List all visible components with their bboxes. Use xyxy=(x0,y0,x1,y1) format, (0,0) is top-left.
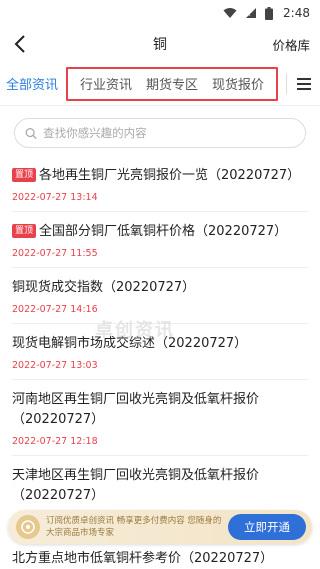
category-tabs: 全部资讯 行业资讯 期货专区 现货报价 xyxy=(0,62,320,106)
svg-text:x: x xyxy=(247,11,251,18)
article-date: 2022-07-27 12:18 xyxy=(12,436,98,447)
pinned-badge: 置顶 xyxy=(12,224,37,238)
search-box[interactable] xyxy=(14,118,306,148)
price-library-link[interactable]: 价格库 xyxy=(272,35,310,54)
search-icon xyxy=(25,127,37,139)
search-input[interactable] xyxy=(43,126,295,140)
back-button[interactable] xyxy=(14,29,38,59)
article-list: 置顶 各地再生铜厂光亮铜报价一览（20220727） 2022-07-27 13:… xyxy=(0,156,320,514)
status-time: 2:48 xyxy=(283,6,310,20)
article-date: 2022-07-27 14:16 xyxy=(12,304,98,315)
tab-divider xyxy=(286,73,288,94)
list-item[interactable]: 现货电解铜市场成交综述（20220727） 2022-07-27 13:03 xyxy=(12,324,308,380)
article-title: 置顶 各地再生铜厂光亮铜报价一览（20220727） xyxy=(12,166,308,186)
wifi-icon xyxy=(223,8,237,18)
promo-logo-icon xyxy=(16,515,40,539)
article-title: 天津地区再生铜厂回收光亮铜及低氧杆报价（20220727） xyxy=(12,468,260,503)
tab-futures-zone[interactable]: 期货专区 xyxy=(146,74,198,93)
list-item[interactable]: 北方重点地市低氧铜杆参考价（20220727） xyxy=(12,547,273,566)
promo-banner: 订阅优质卓创资讯 畅享更多付费内容 您随身的大宗商品市场专家 立即开通 xyxy=(8,510,312,544)
article-title: 铜现货成交指数（20220727） xyxy=(12,280,196,295)
list-item[interactable]: 天津地区再生铜厂回收光亮铜及低氧杆报价（20220727） xyxy=(12,456,308,514)
article-date: 2022-07-27 11:55 xyxy=(12,248,98,259)
highlighted-tab-group: 行业资讯 期货专区 现货报价 xyxy=(66,66,279,101)
battery-icon xyxy=(265,6,274,20)
pinned-badge: 置顶 xyxy=(12,168,37,182)
back-arrow-icon xyxy=(14,35,25,53)
tab-all-news[interactable]: 全部资讯 xyxy=(6,74,58,93)
tab-industry-news[interactable]: 行业资讯 xyxy=(80,74,132,93)
article-date: 2022-07-27 13:03 xyxy=(12,360,98,371)
article-title: 现货电解铜市场成交综述（20220727） xyxy=(12,336,248,351)
list-item[interactable]: 河南地区再生铜厂回收光亮铜及低氧杆报价（20220727） 2022-07-27… xyxy=(12,380,308,456)
signal-icon: x xyxy=(246,8,257,18)
menu-icon[interactable] xyxy=(297,77,312,90)
article-title: 河南地区再生铜厂回收光亮铜及低氧杆报价（20220727） xyxy=(12,392,260,427)
status-bar: x 2:48 xyxy=(0,0,320,26)
search-section xyxy=(0,106,320,156)
subscribe-button[interactable]: 立即开通 xyxy=(228,514,306,540)
list-item[interactable]: 铜现货成交指数（20220727） 2022-07-27 14:16 xyxy=(12,268,308,324)
article-title: 置顶 全国部分铜厂低氧铜杆价格（20220727） xyxy=(12,222,308,242)
list-item[interactable]: 置顶 各地再生铜厂光亮铜报价一览（20220727） 2022-07-27 13:… xyxy=(12,156,308,212)
promo-text: 订阅优质卓创资讯 畅享更多付费内容 您随身的大宗商品市场专家 xyxy=(46,516,222,538)
nav-bar: 铜 价格库 xyxy=(0,26,320,62)
list-item[interactable]: 置顶 全国部分铜厂低氧铜杆价格（20220727） 2022-07-27 11:5… xyxy=(12,212,308,268)
tab-spot-quotes[interactable]: 现货报价 xyxy=(212,74,264,93)
article-date: 2022-07-27 13:14 xyxy=(12,192,98,203)
